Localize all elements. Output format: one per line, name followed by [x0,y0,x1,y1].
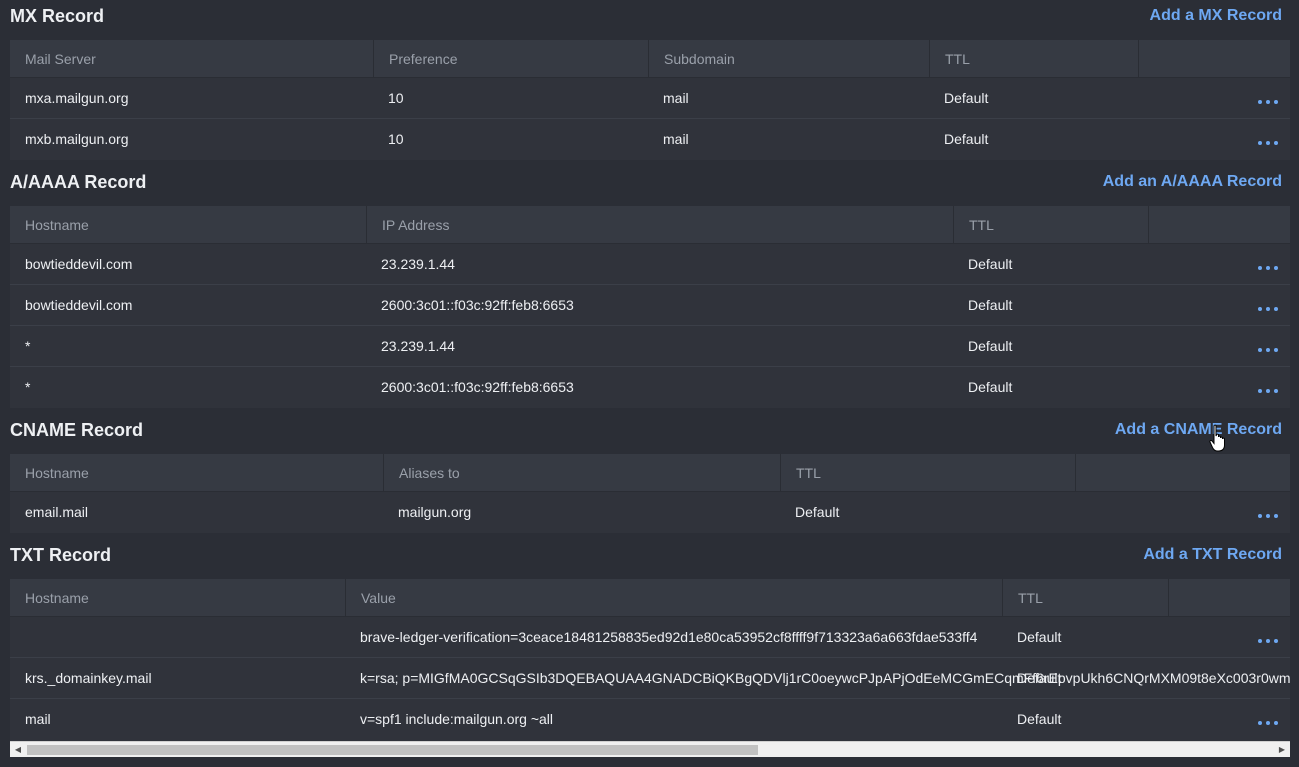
a-cell-hostname: * [25,338,31,354]
more-horizontal-icon[interactable] [1256,244,1280,284]
mx-col-mail-server: Mail Server [10,40,374,78]
table-row: * 2600:3c01::f03c:92ff:feb8:6653 Default [10,367,1290,408]
scrollbar-thumb[interactable] [27,745,758,755]
mx-table: Mail Server Preference Subdomain TTL mxa… [10,40,1290,160]
a-cell-ttl: Default [968,297,1013,313]
cname-section-title: CNAME Record [10,419,144,440]
mx-cell-subdomain: mail [663,90,689,106]
more-horizontal-icon[interactable] [1256,285,1280,325]
mx-cell-ttl: Default [944,131,989,147]
a-cell-ip-address: 23.239.1.44 [381,338,455,354]
txt-cell-ttl: Default [1017,670,1062,686]
cname-table: Hostname Aliases to TTL email.mail mailg… [10,454,1290,533]
cname-cell-ttl: Default [795,504,840,520]
a-col-hostname: Hostname [10,206,367,244]
mx-cell-mail-server: mxa.mailgun.org [25,90,129,106]
more-horizontal-icon[interactable] [1256,119,1280,159]
horizontal-scrollbar[interactable]: ◀ ▶ [10,741,1290,757]
txt-cell-value: v=spf1 include:mailgun.org ~all [360,711,554,727]
mx-section-header: MX Record Add a MX Record [10,4,1282,28]
table-row: krs._domainkey.mail k=rsa; p=MIGfMA0GCSq… [10,658,1290,699]
txt-cell-ttl: Default [1017,629,1062,645]
cname-cell-hostname: email.mail [25,504,89,520]
table-row: mxa.mailgun.org 10 mail Default [10,78,1290,119]
mx-table-header: Mail Server Preference Subdomain TTL [10,40,1290,78]
cname-col-aliases-to: Aliases to [384,454,781,492]
add-mx-record-link[interactable]: Add a MX Record [1150,7,1282,25]
cname-cell-aliases-to: mailgun.org [398,504,472,520]
table-row: bowtieddevil.com 2600:3c01::f03c:92ff:fe… [10,285,1290,326]
table-row: mxb.mailgun.org 10 mail Default [10,119,1290,160]
a-table-header: Hostname IP Address TTL [10,206,1290,244]
table-row: mail v=spf1 include:mailgun.org ~all Def… [10,699,1290,740]
txt-cell-hostname: krs._domainkey.mail [25,670,152,686]
cname-col-ttl: TTL [781,454,1076,492]
txt-cell-value: brave-ledger-verification=3ceace18481258… [360,629,978,645]
mx-cell-ttl: Default [944,90,989,106]
more-horizontal-icon[interactable] [1256,492,1280,532]
a-cell-ttl: Default [968,379,1013,395]
txt-cell-ttl: Default [1017,711,1062,727]
txt-col-ttl: TTL [1003,579,1169,617]
add-cname-record-link[interactable]: Add a CNAME Record [1115,421,1282,439]
cname-section-header: CNAME Record Add a CNAME Record [10,418,1282,442]
table-row: * 23.239.1.44 Default [10,326,1290,367]
mx-col-subdomain: Subdomain [649,40,930,78]
table-row: email.mail mailgun.org Default [10,492,1290,533]
mx-cell-preference: 10 [388,131,404,147]
a-section-header: A/AAAA Record Add an A/AAAA Record [10,170,1282,194]
more-horizontal-icon[interactable] [1256,617,1280,657]
a-table: Hostname IP Address TTL bowtieddevil.com… [10,206,1290,408]
txt-cell-value: k=rsa; p=MIGfMA0GCSqGSIb3DQEBAQUAA4GNADC… [360,670,1290,686]
a-col-ttl: TTL [954,206,1149,244]
a-cell-ttl: Default [968,256,1013,272]
a-section-title: A/AAAA Record [10,171,147,192]
a-cell-hostname: * [25,379,31,395]
txt-col-value: Value [346,579,1003,617]
a-cell-ip-address: 2600:3c01::f03c:92ff:feb8:6653 [381,297,574,313]
txt-section-title: TXT Record [10,544,112,565]
a-col-ip-address: IP Address [367,206,954,244]
more-horizontal-icon[interactable] [1256,326,1280,366]
txt-cell-hostname [10,617,25,657]
mx-col-preference: Preference [374,40,649,78]
a-cell-hostname: bowtieddevil.com [25,297,133,313]
txt-table: Hostname Value TTL brave-ledger-verifica… [10,579,1290,741]
more-horizontal-icon[interactable] [1256,367,1280,407]
txt-cell-hostname: mail [25,711,51,727]
scroll-right-arrow-icon[interactable]: ▶ [1274,742,1290,758]
add-a-record-link[interactable]: Add an A/AAAA Record [1103,173,1282,191]
cname-col-hostname: Hostname [10,454,384,492]
scroll-left-arrow-icon[interactable]: ◀ [10,742,26,758]
a-cell-hostname: bowtieddevil.com [25,256,133,272]
txt-section-header: TXT Record Add a TXT Record [10,543,1282,567]
mx-cell-subdomain: mail [663,131,689,147]
txt-table-header: Hostname Value TTL [10,579,1290,617]
table-row: bowtieddevil.com 23.239.1.44 Default [10,244,1290,285]
more-horizontal-icon[interactable] [1256,699,1280,739]
table-row: brave-ledger-verification=3ceace18481258… [10,617,1290,658]
mx-col-ttl: TTL [930,40,1139,78]
txt-col-hostname: Hostname [10,579,346,617]
more-horizontal-icon[interactable] [1256,78,1280,118]
a-cell-ttl: Default [968,338,1013,354]
a-cell-ip-address: 23.239.1.44 [381,256,455,272]
a-cell-ip-address: 2600:3c01::f03c:92ff:feb8:6653 [381,379,574,395]
cname-table-header: Hostname Aliases to TTL [10,454,1290,492]
mx-cell-preference: 10 [388,90,404,106]
dns-records-page: MX Record Add a MX Record Mail Server Pr… [0,0,1299,767]
mx-section-title: MX Record [10,5,105,26]
add-txt-record-link[interactable]: Add a TXT Record [1143,546,1282,564]
mx-cell-mail-server: mxb.mailgun.org [25,131,129,147]
